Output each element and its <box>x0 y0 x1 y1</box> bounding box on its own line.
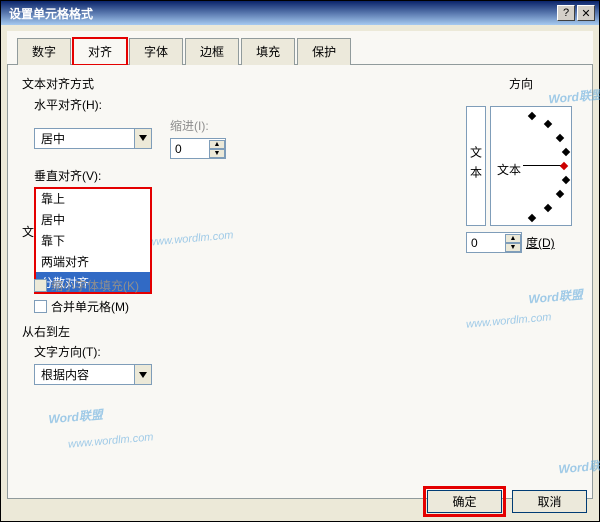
degree-label: 度(D) <box>526 234 555 251</box>
watermark-url: www.wordlm.com <box>466 311 552 330</box>
indent-value: 0 <box>171 142 209 156</box>
text-direction-value: 根据内容 <box>35 366 134 383</box>
degree-value: 0 <box>467 236 505 250</box>
indent-spinner[interactable]: 0 ▲▼ <box>170 138 226 159</box>
spinner-down[interactable]: ▼ <box>505 243 521 252</box>
tab-number[interactable]: 数字 <box>17 38 71 65</box>
indent-label: 缩进(I): <box>170 117 226 134</box>
chevron-down-icon[interactable] <box>134 365 151 384</box>
vertical-text-button[interactable]: 文本 <box>466 106 486 226</box>
checkbox-icon <box>34 279 47 292</box>
text-direction-label: 文字方向(T): <box>34 343 152 360</box>
h-align-value: 居中 <box>35 130 134 147</box>
window-title: 设置单元格格式 <box>5 5 93 22</box>
dialog-buttons: 确定 取消 <box>427 490 587 513</box>
shrink-label: 缩小字体填充(K) <box>51 277 139 294</box>
h-align-dropdown[interactable]: 居中 <box>34 128 152 149</box>
spinner-up[interactable]: ▲ <box>505 234 521 243</box>
option-center[interactable]: 居中 <box>35 209 151 230</box>
watermark-url: www.wordlm.com <box>148 229 234 248</box>
orientation-line <box>523 165 561 166</box>
tab-alignment[interactable]: 对齐 <box>73 38 127 65</box>
orientation-handle[interactable] <box>560 162 568 170</box>
checkbox-icon[interactable] <box>34 300 47 313</box>
titlebar-buttons: ? ✕ <box>557 5 595 21</box>
shrink-to-fit-checkbox: 缩小字体填充(K) <box>34 277 139 294</box>
watermark: Word联盟 <box>526 273 583 312</box>
orientation-label: 方向 <box>466 75 576 92</box>
rtl-heading: 从右到左 <box>22 323 70 340</box>
close-button[interactable]: ✕ <box>577 5 595 21</box>
watermark-url: www.wordlm.com <box>68 431 154 450</box>
tab-font[interactable]: 字体 <box>129 38 183 65</box>
watermark: Word联盟 <box>556 443 600 482</box>
option-bottom[interactable]: 靠下 <box>35 230 151 251</box>
option-justify[interactable]: 两端对齐 <box>35 251 151 272</box>
text-control-heading: 文 <box>22 223 34 240</box>
orientation-group: 方向 文本 文本 0 <box>466 75 576 253</box>
text-direction-dropdown[interactable]: 根据内容 <box>34 364 152 385</box>
degree-spinner[interactable]: 0 ▲▼ <box>466 232 522 253</box>
cancel-button[interactable]: 取消 <box>512 490 587 513</box>
arc-text: 文本 <box>497 161 521 178</box>
watermark: Word联盟 <box>47 393 104 432</box>
format-cells-dialog: 设置单元格格式 ? ✕ 数字 对齐 字体 边框 填充 保护 Word联盟 www… <box>0 0 600 522</box>
orientation-arc[interactable]: 文本 <box>490 106 572 226</box>
spinner-up[interactable]: ▲ <box>209 140 225 149</box>
alignment-panel: Word联盟 www.wordlm.com Word联盟 www.wordlm.… <box>7 65 593 499</box>
chevron-down-icon[interactable] <box>134 129 151 148</box>
spinner-down[interactable]: ▼ <box>209 149 225 158</box>
help-button[interactable]: ? <box>557 5 575 21</box>
titlebar: 设置单元格格式 ? ✕ <box>1 1 599 25</box>
tabs: 数字 对齐 字体 边框 填充 保护 <box>7 31 593 65</box>
merge-label: 合并单元格(M) <box>51 298 129 315</box>
ok-button[interactable]: 确定 <box>427 490 502 513</box>
tab-border[interactable]: 边框 <box>185 38 239 65</box>
tab-fill[interactable]: 填充 <box>241 38 295 65</box>
merge-cells-checkbox[interactable]: 合并单元格(M) <box>34 298 139 315</box>
option-top[interactable]: 靠上 <box>35 188 151 209</box>
tab-protection[interactable]: 保护 <box>297 38 351 65</box>
